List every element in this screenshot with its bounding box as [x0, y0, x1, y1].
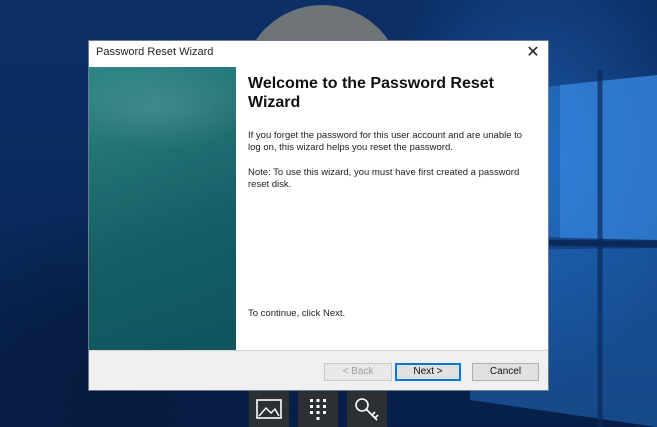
password-reset-wizard-dialog: Password Reset Wizard ✕ Welcome to the P… — [88, 40, 549, 391]
wizard-continue-text: To continue, click Next. — [248, 308, 346, 319]
next-button[interactable]: Next > — [395, 363, 461, 381]
back-button[interactable]: < Back — [324, 363, 392, 381]
close-icon: ✕ — [526, 44, 540, 61]
close-button[interactable]: ✕ — [518, 41, 548, 67]
dialog-title: Password Reset Wizard — [96, 46, 214, 58]
wizard-side-banner — [89, 67, 236, 350]
wizard-content: Welcome to the Password Reset Wizard If … — [89, 67, 548, 350]
wizard-note-text: Note: To use this wizard, you must have … — [248, 167, 520, 190]
wizard-heading: Welcome to the Password Reset Wizard — [248, 75, 494, 111]
footer-divider — [89, 350, 548, 351]
cancel-button[interactable]: Cancel — [472, 363, 539, 381]
image-icon — [256, 399, 282, 419]
toolbar-key-button[interactable] — [347, 391, 387, 427]
dialog-titlebar: Password Reset Wizard ✕ — [89, 41, 548, 67]
keypad-icon — [310, 399, 326, 420]
key-icon — [355, 398, 379, 421]
toolbar-keypad-button[interactable] — [298, 391, 338, 427]
wizard-intro-text: If you forget the password for this user… — [248, 130, 523, 153]
toolbar-image-button[interactable] — [249, 391, 289, 427]
